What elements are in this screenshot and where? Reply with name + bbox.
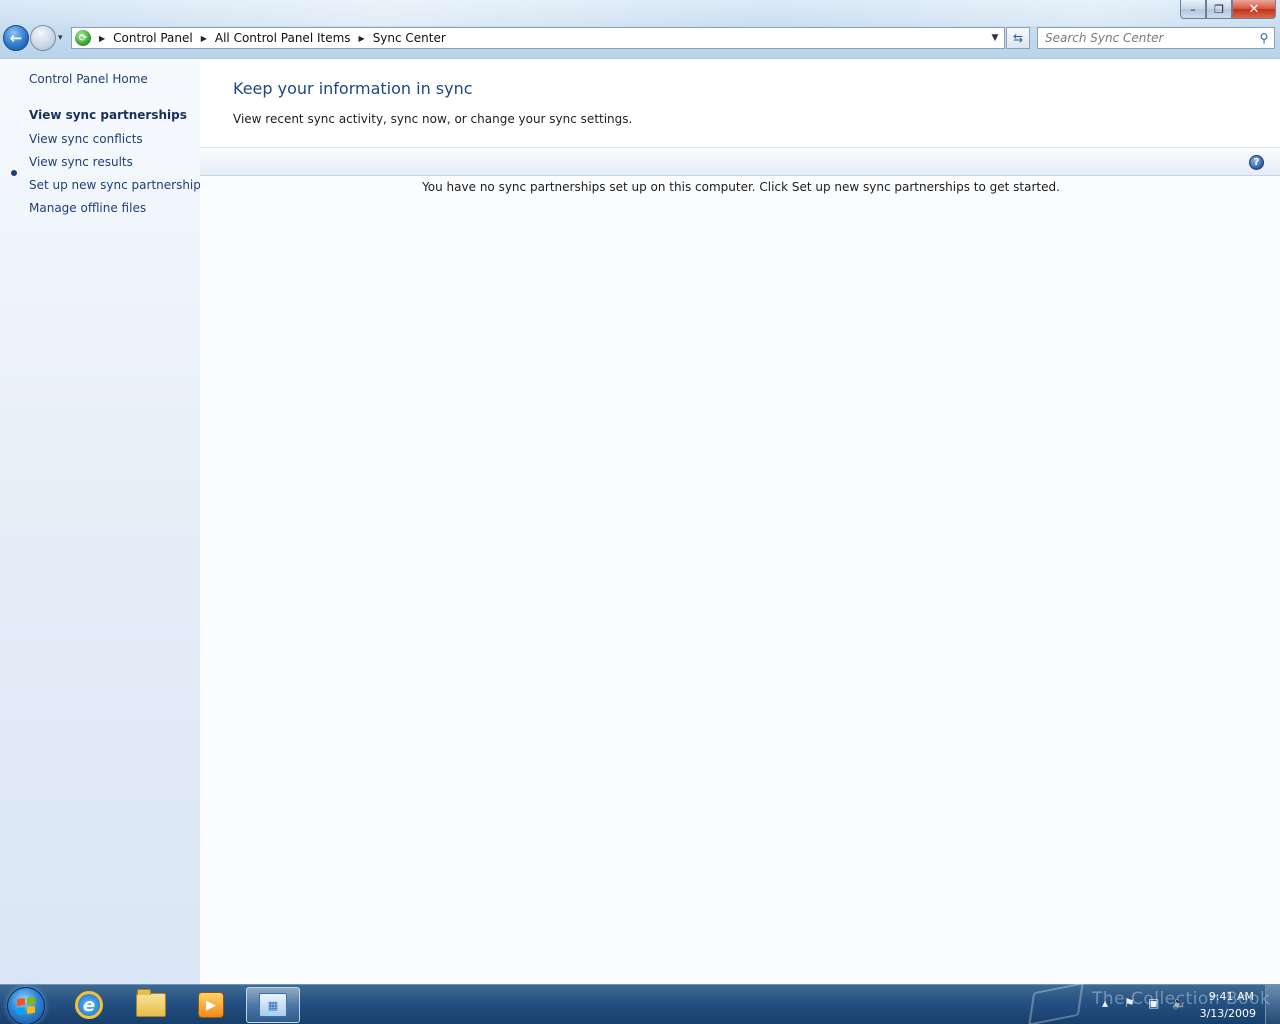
page-title: Keep your information in sync [233,79,473,98]
forward-button[interactable]: → [30,25,56,51]
help-icon[interactable]: ? [1249,155,1264,170]
address-bar[interactable]: ⟳ ▶ Control Panel ▶ All Control Panel It… [71,27,1005,49]
media-player-icon: ▶ [198,992,224,1018]
view-sync-partnerships-link[interactable]: View sync partnerships [29,108,187,122]
page-header: Keep your information in sync View recen… [200,59,1280,147]
content-pane: Keep your information in sync View recen… [200,58,1280,984]
command-toolbar: ? [200,147,1280,176]
maximize-button[interactable]: ❐ [1206,0,1232,19]
arrow-right-icon: → [36,29,50,47]
breadcrumb-separator-icon[interactable]: ▶ [357,34,367,43]
windows-explorer-icon [136,989,166,1017]
watermark-book-icon [1028,982,1084,1024]
start-button[interactable] [7,987,45,1024]
control-panel-home-link[interactable]: Control Panel Home [29,72,148,86]
breadcrumb-all-control-panel-items[interactable]: All Control Panel Items [209,31,357,45]
page-subtitle: View recent sync activity, sync now, or … [233,112,633,126]
view-sync-results-link[interactable]: View sync results [29,155,133,169]
clock-time[interactable]: 9:41 AM [1209,990,1254,1003]
taskbar-media-player[interactable]: ▶ [184,987,238,1023]
empty-partnerships-message: You have no sync partnerships set up on … [422,180,1060,194]
show-hidden-icons-icon[interactable]: ▴ [1102,996,1108,1010]
task-pane: Control Panel Home View sync partnership… [0,58,207,984]
search-icon[interactable]: ⚲ [1254,31,1274,45]
refresh-button[interactable]: ⇆ [1006,27,1030,49]
active-task-bullet-icon [11,170,17,176]
control-panel-icon: ▦ [259,993,287,1017]
volume-icon[interactable]: 🔈 [1172,996,1187,1010]
clock-date[interactable]: 3/13/2009 [1200,1007,1256,1020]
show-desktop-button[interactable] [1265,985,1280,1024]
network-icon[interactable]: ▣ [1148,996,1159,1010]
taskbar-internet-explorer[interactable]: e [62,987,116,1023]
back-button[interactable]: ← [3,25,29,51]
breadcrumb-control-panel[interactable]: Control Panel [107,31,199,45]
recent-pages-dropdown[interactable]: ▾ [58,33,63,43]
breadcrumb-separator-icon[interactable]: ▶ [97,34,107,43]
action-center-flag-icon[interactable]: ⚑ [1124,996,1135,1010]
search-box[interactable]: ⚲ [1037,27,1275,49]
windows-logo-icon [17,997,35,1015]
search-input[interactable] [1038,29,1254,47]
internet-explorer-icon: e [75,991,103,1019]
close-button[interactable]: ✕ [1232,0,1276,19]
minimize-button[interactable]: – [1180,0,1206,19]
sync-center-icon: ⟳ [75,30,91,46]
taskbar-control-panel[interactable]: ▦ [246,987,300,1023]
arrow-left-icon: ← [9,29,23,47]
manage-offline-files-link[interactable]: Manage offline files [29,201,146,215]
taskbar: e ▶ ▦ The Collection Book ▴ ⚑ ▣ 🔈 9:41 A… [0,982,1280,1024]
view-sync-conflicts-link[interactable]: View sync conflicts [29,132,143,146]
window-controls: – ❐ ✕ [1180,0,1276,20]
breadcrumb-separator-icon[interactable]: ▶ [199,34,209,43]
refresh-icon: ⇆ [1012,31,1024,45]
set-up-new-sync-partnerships-link[interactable]: Set up new sync partnerships [29,178,207,192]
taskbar-windows-explorer[interactable] [124,987,178,1023]
address-dropdown-icon[interactable]: ▼ [986,33,1004,43]
breadcrumb-sync-center[interactable]: Sync Center [367,31,452,45]
